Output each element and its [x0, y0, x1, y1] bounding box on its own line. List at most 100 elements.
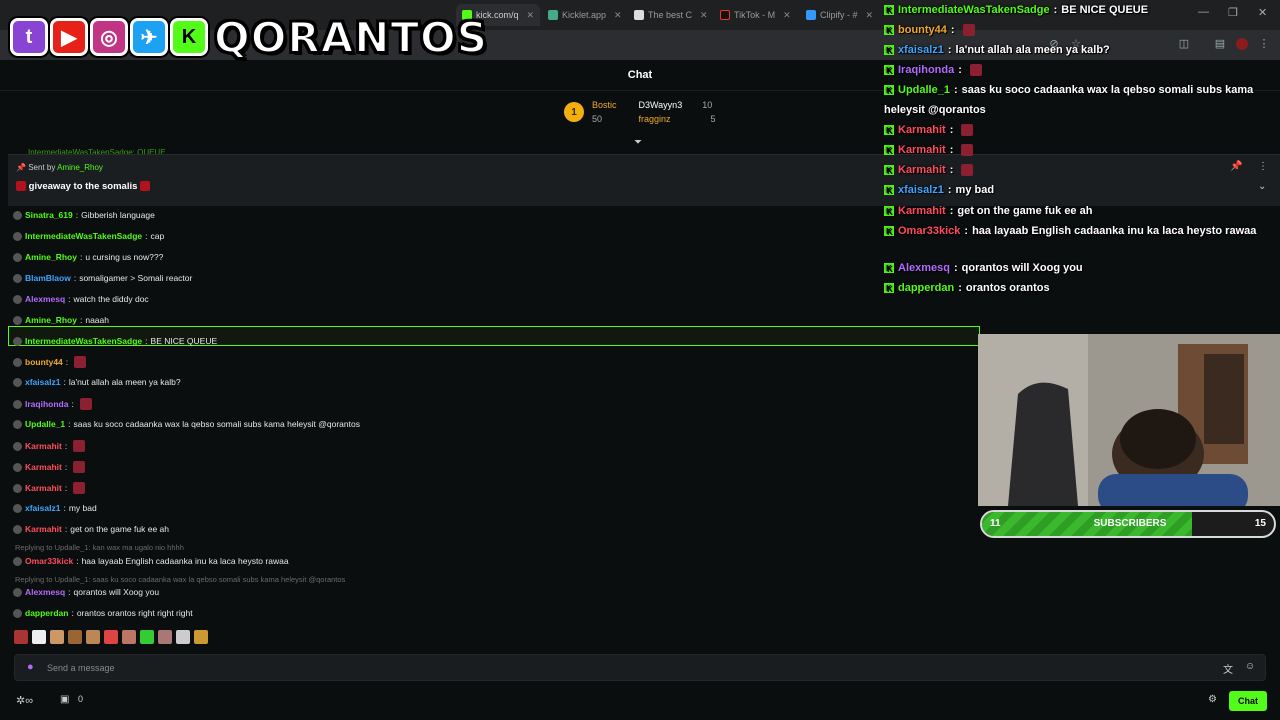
sent-by-user[interactable]: Amine_Rhoy [57, 163, 103, 172]
chat-message: bounty44: [13, 356, 87, 368]
chat-message: BlamBlaow: somaligamer > Somali reactor [13, 273, 192, 283]
overlay-username: Karmahit [898, 124, 946, 136]
chat-send-button[interactable]: Chat [1229, 691, 1267, 711]
chat-username[interactable]: Karmahit [25, 462, 62, 472]
translate-icon[interactable]: 文 [1223, 661, 1233, 676]
chat-username[interactable]: Amine_Rhoy [25, 315, 77, 325]
overlay-chat-message: Kxfaisalz1: my bad [884, 184, 994, 196]
chat-username[interactable]: Karmahit [25, 483, 62, 493]
user-badge-icon [13, 419, 22, 429]
chat-username[interactable]: BlamBlaow [25, 273, 71, 283]
settings-sliders-icon[interactable]: ✲∞ [16, 694, 33, 707]
kick-badge-icon: K [884, 125, 894, 135]
colon: : [65, 357, 69, 367]
chat-message: Karmahit: get on the game fuk ee ah [13, 524, 169, 534]
chat-username[interactable]: IntermediateWasTakenSadge [25, 336, 142, 346]
emote-icon[interactable] [122, 630, 136, 644]
chat-username[interactable]: Iraqihonda [25, 399, 68, 409]
reply-context: Replying to Updalle_1: saas ku soco cada… [15, 575, 346, 584]
colon: : [79, 315, 83, 325]
reply-context: Replying to Updalle_1: kan wax ma ugalo … [15, 543, 184, 552]
overlay-username: Updalle_1 [898, 84, 950, 96]
close-tab-icon[interactable]: ✕ [783, 10, 791, 21]
overlay-username: bounty44 [898, 24, 947, 36]
webcam-feed [978, 334, 1280, 506]
chat-username[interactable]: Omar33kick [25, 556, 73, 566]
overlay-chat-message: Kbounty44: [884, 24, 975, 36]
chat-username[interactable]: Alexmesq [25, 294, 65, 304]
sub-goal-target: 15 [1254, 518, 1266, 529]
chat-username[interactable]: Karmahit [25, 441, 62, 451]
browser-tab-best[interactable]: The best C ✕ [628, 4, 714, 26]
emoji-icon[interactable]: ☺ [1245, 661, 1255, 672]
kick-badge-icon: K [884, 45, 894, 55]
colon: : [64, 524, 68, 534]
chat-username[interactable]: xfaisalz1 [25, 377, 60, 387]
streamer-name: QORANTOS [213, 12, 489, 63]
kick-logo-icon: K [170, 18, 208, 56]
emote-icon[interactable] [176, 630, 190, 644]
close-tab-icon[interactable]: ✕ [700, 10, 708, 21]
close-tab-icon[interactable]: ✕ [614, 10, 622, 21]
kick-badge-icon: K [884, 206, 894, 216]
emote-icon[interactable] [14, 630, 28, 644]
emote-icon[interactable] [158, 630, 172, 644]
leader-name[interactable]: D3Wayyn3 [639, 100, 683, 110]
emote-icon[interactable] [104, 630, 118, 644]
chat-username[interactable]: Amine_Rhoy [25, 252, 77, 262]
colon: : [71, 399, 74, 409]
collapse-leaderboard-icon[interactable]: ⏷ [634, 137, 642, 148]
pinned-sent-by: 📌 Sent by Amine_Rhoy [16, 163, 103, 172]
emote-icon[interactable] [86, 630, 100, 644]
overlay-chat-message: K IntermediateWasTakenSadge: BE NICE QUEUE [884, 4, 1148, 16]
chat-username[interactable]: IntermediateWasTakenSadge [25, 231, 142, 241]
colon: : [949, 205, 954, 217]
chat-message: Karmahit: [13, 482, 86, 494]
close-tab-icon[interactable]: ✕ [527, 10, 535, 21]
overlay-chat-message: K Karmahit: [884, 124, 974, 136]
emote-icon[interactable] [50, 630, 64, 644]
chat-message: Amine_Rhoy: naaah [13, 315, 109, 325]
browser-tab-label: The best C [648, 10, 693, 20]
emote-icon [961, 124, 974, 136]
message-input[interactable] [47, 659, 1207, 677]
leader-name[interactable]: Bostic [592, 100, 617, 110]
gear-icon[interactable]: ⚙ [1208, 694, 1217, 705]
emote-icon[interactable] [32, 630, 46, 644]
microphone-icon[interactable]: ● [27, 661, 34, 673]
leaderboard-others: D3Wayyn3 10 fragginz 5 [639, 100, 716, 124]
colon: : [64, 441, 68, 451]
emote-icon[interactable] [194, 630, 208, 644]
browser-tab-kicklet[interactable]: Kicklet.app ✕ [542, 4, 628, 26]
emote-icon[interactable] [68, 630, 82, 644]
chat-username[interactable]: xfaisalz1 [25, 503, 60, 513]
browser-tab-clipify[interactable]: Clipify - # ✕ [800, 4, 876, 26]
browser-tab-tiktok[interactable]: TikTok - M ✕ [714, 4, 800, 26]
kick-badge-icon: K [884, 165, 894, 175]
colon: : [949, 164, 954, 176]
gift-icon[interactable]: ▣ [60, 694, 69, 705]
emote-icon[interactable] [140, 630, 154, 644]
page-favicon-icon [634, 10, 644, 20]
chat-username[interactable]: bounty44 [25, 357, 63, 367]
chat-username[interactable]: Updalle_1 [25, 419, 65, 429]
close-tab-icon[interactable]: ✕ [866, 10, 874, 21]
chat-username[interactable]: Karmahit [25, 524, 62, 534]
user-badge-icon [13, 503, 22, 513]
colon: : [1053, 4, 1058, 16]
colon: : [949, 124, 954, 136]
colon: : [950, 24, 955, 36]
chat-username[interactable]: dapperdan [25, 608, 68, 618]
emote-icon [969, 64, 982, 76]
user-badge-icon [13, 210, 22, 220]
chat-username[interactable]: Alexmesq [25, 587, 65, 597]
user-badge-icon [13, 357, 22, 367]
chat-text: naaah [85, 315, 109, 325]
colon: : [947, 44, 952, 56]
user-badge-icon [13, 608, 22, 618]
overlay-username: IntermediateWasTakenSadge [898, 4, 1050, 16]
chat-username[interactable]: Sinatra_619 [25, 210, 73, 220]
overlay-chat-message: K Updalle_1: saas ku soco cadaanka wax la … [884, 84, 1253, 96]
leader-name[interactable]: fragginz [639, 114, 671, 124]
user-badge-icon [13, 524, 22, 534]
